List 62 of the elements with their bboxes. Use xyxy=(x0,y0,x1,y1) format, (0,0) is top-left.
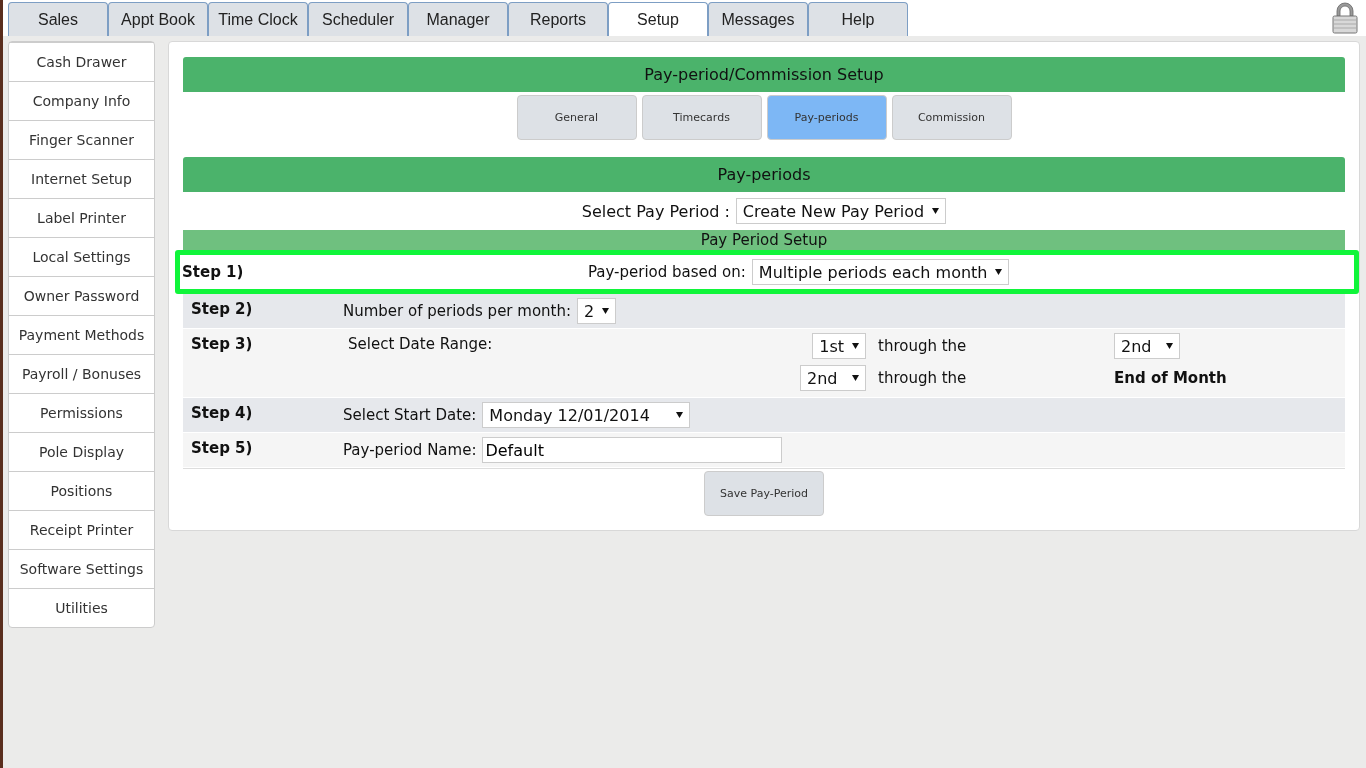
nav-tab[interactable]: Sales xyxy=(8,2,108,36)
step-label: Step 5) xyxy=(190,438,254,459)
caret-icon xyxy=(852,343,859,349)
sub-tab[interactable]: Commission xyxy=(891,95,1012,140)
dropdown[interactable]: Multiple periods each month xyxy=(751,259,1010,285)
dropdown[interactable]: Create New Pay Period xyxy=(735,198,947,224)
field-label: Number of periods per month: xyxy=(343,302,572,320)
sidebar-item[interactable]: Positions xyxy=(9,471,154,510)
nav-tab[interactable]: Messages xyxy=(708,2,808,36)
sidebar-item[interactable]: Permissions xyxy=(9,393,154,432)
field-label: Select Date Range: xyxy=(348,334,494,353)
dropdown[interactable]: Monday 12/01/2014 xyxy=(482,402,691,428)
range-end-text: End of Month xyxy=(1114,369,1228,387)
step-label: Step 2) xyxy=(190,299,254,320)
sidebar-item[interactable]: Label Printer xyxy=(9,198,154,237)
padlock-icon[interactable] xyxy=(1332,2,1358,34)
nav-tab[interactable]: Appt Book xyxy=(108,2,208,36)
section-header: Pay-periods xyxy=(183,157,1345,192)
sidebar-item[interactable]: Local Settings xyxy=(9,237,154,276)
range-text: through the xyxy=(878,337,968,355)
sidebar-item[interactable]: Company Info xyxy=(9,81,154,120)
dropdown[interactable]: 2nd xyxy=(1114,333,1180,359)
sidebar-item[interactable]: Pole Display xyxy=(9,432,154,471)
sidebar-item[interactable]: Payment Methods xyxy=(9,315,154,354)
nav-tab[interactable]: Setup xyxy=(608,2,708,36)
sidebar-item[interactable]: Receipt Printer xyxy=(9,510,154,549)
nav-tab[interactable]: Help xyxy=(808,2,908,36)
range-text: through the xyxy=(878,369,968,387)
field-label: Pay-period based on: xyxy=(587,263,746,281)
sub-tab[interactable]: General xyxy=(516,95,637,140)
sub-tab[interactable]: Timecards xyxy=(641,95,762,140)
field-label: Select Pay Period : xyxy=(581,201,730,221)
dropdown[interactable]: 1st xyxy=(812,333,866,359)
sidebar-item[interactable]: Finger Scanner xyxy=(9,120,154,159)
sidebar-item[interactable]: Software Settings xyxy=(9,549,154,588)
field-label: Pay-period Name: xyxy=(343,441,477,459)
step-label: Step 3) xyxy=(190,334,254,355)
nav-tab[interactable]: Scheduler xyxy=(308,2,408,36)
save-button[interactable]: Save Pay-Period xyxy=(704,471,824,516)
subsection-header: Pay Period Setup xyxy=(183,230,1345,250)
dropdown[interactable]: 2 xyxy=(577,298,617,324)
step-label: Step 4) xyxy=(190,403,254,424)
dropdown[interactable]: 2nd xyxy=(800,365,866,391)
sub-tab[interactable]: Pay-periods xyxy=(766,95,887,140)
caret-icon xyxy=(676,412,684,418)
nav-tab[interactable]: Time Clock xyxy=(208,2,308,36)
caret-icon xyxy=(932,208,940,214)
caret-icon xyxy=(602,308,610,314)
page-header: Pay-period/Commission Setup xyxy=(183,57,1345,92)
caret-icon xyxy=(995,269,1003,275)
caret-icon xyxy=(1166,343,1173,349)
caret-icon xyxy=(852,375,859,381)
field-label: Select Start Date: xyxy=(343,406,477,424)
sidebar-item[interactable]: Internet Setup xyxy=(9,159,154,198)
nav-tab[interactable]: Manager xyxy=(408,2,508,36)
sidebar-item[interactable]: Utilities xyxy=(9,588,154,627)
step-label: Step 1) xyxy=(181,262,244,283)
nav-tab[interactable]: Reports xyxy=(508,2,608,36)
sidebar-item[interactable]: Owner Password xyxy=(9,276,154,315)
input-field[interactable]: Default xyxy=(482,437,783,463)
sidebar-item[interactable]: Cash Drawer xyxy=(9,42,154,81)
sidebar-item[interactable]: Payroll / Bonuses xyxy=(9,354,154,393)
